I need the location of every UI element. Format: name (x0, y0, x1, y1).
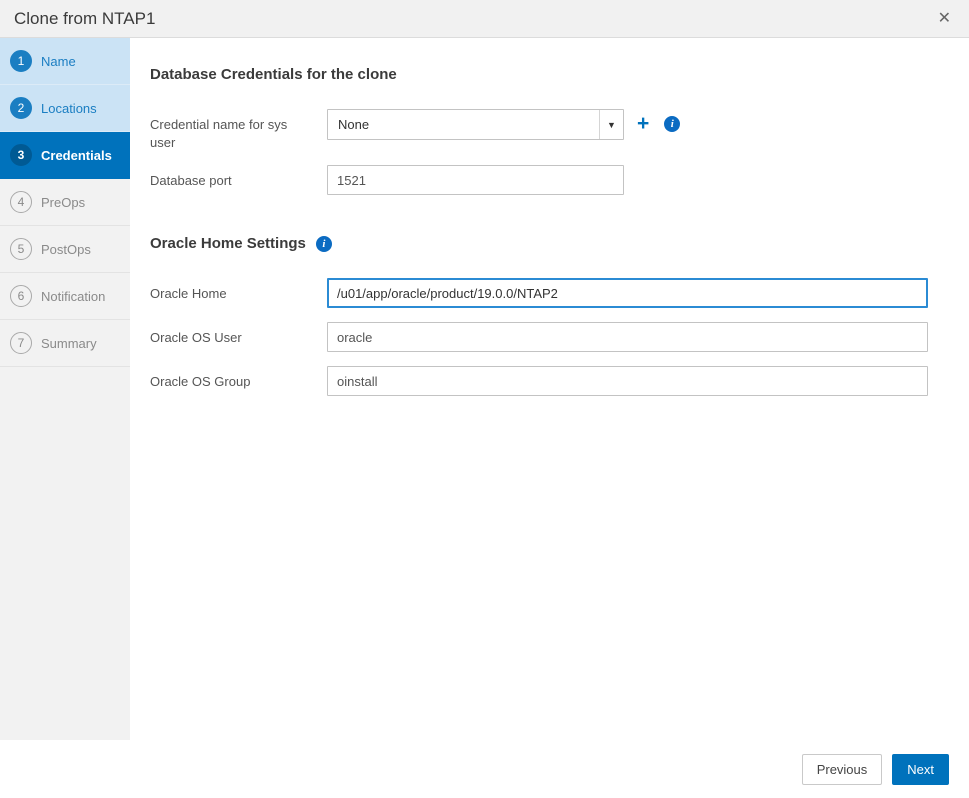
next-button[interactable]: Next (892, 753, 949, 785)
oracle-os-group-label: Oracle OS Group (150, 374, 251, 390)
database-port-input[interactable] (327, 165, 624, 196)
oracle-home-info-icon[interactable]: i (315, 235, 332, 252)
dialog-titlebar: Clone from NTAP1 ✕ (0, 0, 969, 38)
credential-name-row: Credential name for sys user None ▼ + i (150, 109, 949, 151)
oracle-os-user-row: Oracle OS User (150, 322, 949, 353)
sidebar-step-credentials[interactable]: 3 Credentials (0, 132, 130, 179)
wizard-footer: Previous Next (0, 740, 969, 798)
step-label: PreOps (41, 194, 86, 210)
step-number-badge: 3 (10, 144, 32, 166)
database-credentials-heading-text: Database Credentials for the clone (150, 66, 397, 83)
step-label: Locations (41, 100, 97, 116)
step-label: Credentials (41, 147, 112, 163)
step-number-badge: 4 (10, 191, 32, 213)
step-number-badge: 1 (10, 50, 32, 72)
oracle-home-settings-heading-text: Oracle Home Settings (150, 235, 306, 253)
credential-name-selected-value: None (338, 117, 370, 132)
database-port-label: Database port (150, 173, 232, 189)
step-label: Name (41, 53, 76, 69)
oracle-os-group-input[interactable] (327, 366, 928, 397)
step-label: Notification (41, 288, 106, 304)
database-port-row: Database port (150, 165, 949, 196)
sidebar-step-summary[interactable]: 7 Summary (0, 320, 130, 367)
database-credentials-heading: Database Credentials for the clone (150, 66, 949, 83)
oracle-home-label: Oracle Home (150, 286, 227, 302)
step-label: Summary (41, 335, 97, 351)
sidebar-step-locations[interactable]: 2 Locations (0, 85, 130, 132)
credential-name-select[interactable]: None ▼ (327, 109, 624, 140)
oracle-os-group-row: Oracle OS Group (150, 366, 949, 397)
oracle-os-user-input[interactable] (327, 322, 928, 353)
step-number-badge: 6 (10, 285, 32, 307)
dialog-title: Clone from NTAP1 (14, 8, 156, 28)
step-number-badge: 5 (10, 238, 32, 260)
add-credential-button[interactable]: + (637, 109, 649, 139)
credential-info-icon[interactable]: i (664, 116, 681, 132)
sidebar-step-preops[interactable]: 4 PreOps (0, 179, 130, 226)
previous-button[interactable]: Previous (801, 753, 883, 785)
step-label: PostOps (41, 241, 91, 257)
sidebar-step-notification[interactable]: 6 Notification (0, 273, 130, 320)
oracle-home-row: Oracle Home (150, 278, 949, 309)
wizard-steps-sidebar: 1 Name 2 Locations 3 Credentials 4 PreOp… (0, 38, 130, 740)
chevron-down-icon[interactable]: ▼ (599, 110, 623, 139)
clone-wizard-dialog: Clone from NTAP1 ✕ 1 Name 2 Locations 3 … (0, 0, 969, 798)
oracle-home-settings-heading: Oracle Home Settings i (150, 235, 949, 252)
sidebar-step-postops[interactable]: 5 PostOps (0, 226, 130, 273)
close-icon[interactable]: ✕ (934, 9, 955, 29)
step-number-badge: 2 (10, 97, 32, 119)
credentials-step-content: Database Credentials for the clone Crede… (130, 38, 969, 740)
oracle-home-input[interactable] (327, 278, 928, 309)
step-number-badge: 7 (10, 332, 32, 354)
credential-name-label: Credential name for sys user (150, 117, 288, 150)
sidebar-step-name[interactable]: 1 Name (0, 38, 130, 85)
oracle-os-user-label: Oracle OS User (150, 330, 242, 346)
